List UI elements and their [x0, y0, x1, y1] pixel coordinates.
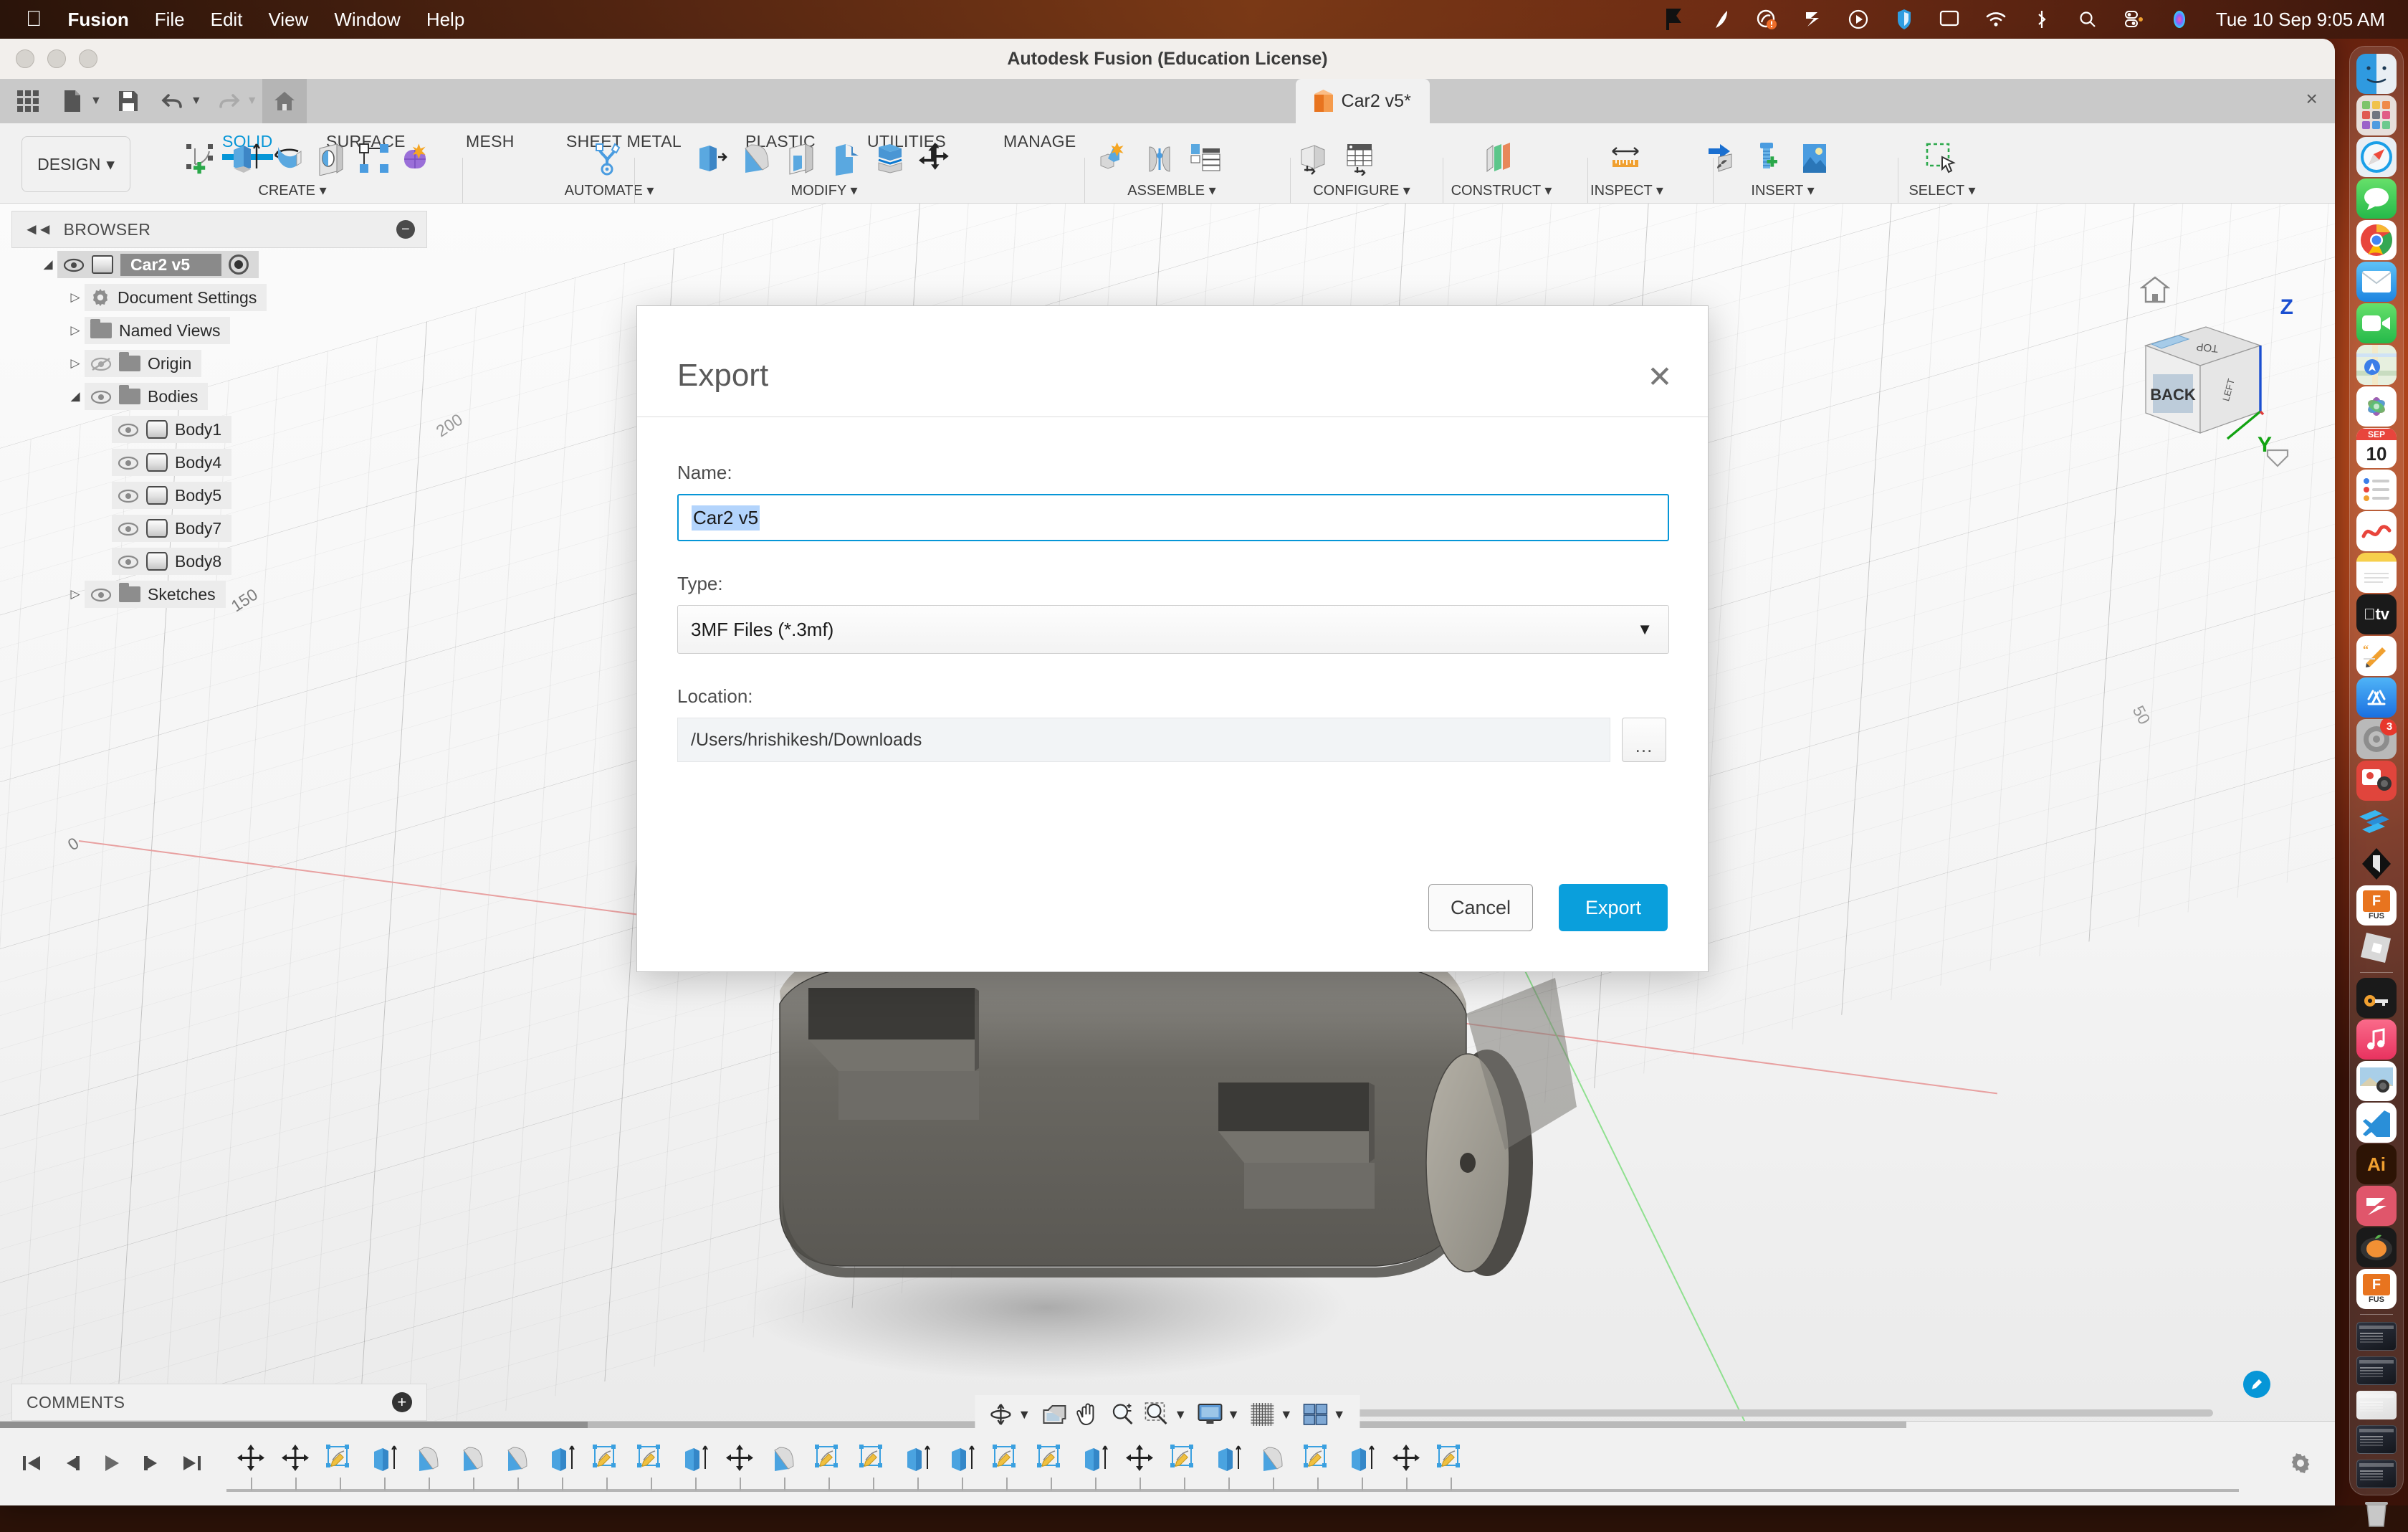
- bluetooth-icon[interactable]: [2030, 7, 2054, 32]
- safari-icon[interactable]: [2356, 137, 2397, 177]
- macos-menu-bar:  Fusion File Edit View Window Help: [0, 0, 2408, 39]
- browser-window-thumb[interactable]: [2356, 1391, 2397, 1419]
- illustrator-label: Ai: [2367, 1153, 2386, 1176]
- keychain-icon[interactable]: [2356, 978, 2397, 1018]
- flag-icon[interactable]: [1663, 7, 1687, 32]
- dialog-title: Export: [677, 358, 768, 394]
- finder-icon[interactable]: [2356, 54, 2397, 94]
- finder-window-thumb[interactable]: [2356, 1460, 2397, 1488]
- export-dialog: Export ✕ Name: Car2 v5 Type: 3MF Files (…: [636, 305, 1709, 972]
- maps-icon[interactable]: [2356, 345, 2397, 385]
- location-row: /Users/hrishikesh/Downloads ...: [677, 718, 1668, 762]
- menubar-clock[interactable]: Tue 10 Sep 9:05 AM: [2216, 9, 2385, 31]
- control-center-icon[interactable]: [2121, 7, 2146, 32]
- nvidia-warning-icon[interactable]: [1754, 7, 1779, 32]
- menu-item-window[interactable]: Window: [334, 9, 400, 31]
- svg-text:“: “: [2363, 644, 2369, 656]
- wifi-icon[interactable]: [1984, 7, 2008, 32]
- app-store-icon[interactable]: [2356, 677, 2397, 718]
- calendar-month: SEP: [2356, 429, 2397, 440]
- notes-icon[interactable]: [2356, 553, 2397, 593]
- sketchup-icon[interactable]: [2356, 802, 2397, 842]
- apple-logo-icon[interactable]: : [26, 9, 42, 30]
- feather-icon[interactable]: [1709, 7, 1733, 32]
- system-settings-icon[interactable]: 3: [2356, 719, 2397, 759]
- fusion-360-fus-label: FUS: [2369, 1295, 2384, 1304]
- menu-item-file[interactable]: File: [155, 9, 185, 31]
- screen-mirror-icon[interactable]: [1938, 7, 1962, 32]
- apple-tv-icon[interactable]: tv: [2356, 594, 2397, 634]
- siri-icon[interactable]: [2167, 7, 2192, 32]
- play-circle-icon[interactable]: [1846, 7, 1870, 32]
- menu-item-edit[interactable]: Edit: [211, 9, 243, 31]
- menu-item-help[interactable]: Help: [426, 9, 464, 31]
- roblox-icon[interactable]: [2356, 927, 2397, 967]
- dialog-header: Export ✕: [637, 306, 1708, 417]
- launchpad-icon[interactable]: [2356, 95, 2397, 135]
- illustrator-icon[interactable]: Ai: [2356, 1144, 2397, 1184]
- type-label: Type:: [677, 573, 1668, 595]
- music-icon[interactable]: [2356, 1019, 2397, 1060]
- grammarly-icon[interactable]: [1800, 7, 1825, 32]
- freeform-icon[interactable]: [2356, 511, 2397, 551]
- name-input[interactable]: Car2 v5: [677, 494, 1669, 541]
- location-label: Location:: [677, 685, 1668, 708]
- photos-icon[interactable]: [2356, 386, 2397, 427]
- dock-separator-1: [2360, 972, 2393, 973]
- location-input-value: /Users/hrishikesh/Downloads: [691, 730, 922, 751]
- figma-icon[interactable]: [2356, 844, 2397, 884]
- pages-icon[interactable]: “: [2356, 636, 2397, 676]
- preview-icon[interactable]: [2356, 1061, 2397, 1101]
- vscode-icon[interactable]: [2356, 1103, 2397, 1143]
- chevron-down-icon[interactable]: ▼: [1637, 620, 1653, 639]
- browse-folder-button[interactable]: ...: [1622, 718, 1666, 762]
- fusion-f-glyph: F: [2363, 890, 2390, 912]
- calendar-day: 10: [2366, 440, 2387, 467]
- music-window-thumb[interactable]: [2356, 1356, 2397, 1385]
- name-label: Name:: [677, 462, 1668, 484]
- export-button[interactable]: Export: [1559, 884, 1668, 931]
- fusion-icon[interactable]: F FUS: [2356, 885, 2397, 926]
- dock-separator-2: [2360, 1314, 2393, 1315]
- menu-item-view[interactable]: View: [268, 9, 308, 31]
- settings-badge: 3: [2380, 719, 2397, 736]
- name-input-value: Car2 v5: [692, 505, 760, 531]
- chrome-icon[interactable]: [2356, 220, 2397, 260]
- type-select[interactable]: 3MF Files (*.3mf) ▼: [677, 605, 1669, 654]
- modal-overlay: Export ✕ Name: Car2 v5 Type: 3MF Files (…: [0, 39, 2335, 1505]
- fusion-360-icon[interactable]: F FUS: [2356, 1269, 2397, 1309]
- fusion-application-window: Autodesk Fusion (Education License) ▼ ▼: [0, 39, 2335, 1505]
- messages-icon[interactable]: [2356, 179, 2397, 219]
- reminders-icon[interactable]: [2356, 470, 2397, 510]
- cancel-button[interactable]: Cancel: [1428, 884, 1533, 931]
- menu-item-fusion[interactable]: Fusion: [68, 9, 129, 31]
- search-icon[interactable]: [2075, 7, 2100, 32]
- macos-dock: SEP 10 tv “ 3 F FUS: [2349, 46, 2404, 1495]
- mail-icon[interactable]: [2356, 262, 2397, 302]
- terminal-window-thumb[interactable]: [2356, 1322, 2397, 1351]
- dialog-footer: Cancel Export: [1428, 884, 1668, 931]
- fusion-fus-label: FUS: [2369, 912, 2384, 920]
- trash-icon[interactable]: [2356, 1492, 2397, 1532]
- type-select-value: 3MF Files (*.3mf): [691, 619, 833, 641]
- bitwarden-icon[interactable]: [1892, 7, 1916, 32]
- dialog-body: Name: Car2 v5 Type: 3MF Files (*.3mf) ▼ …: [637, 417, 1708, 762]
- location-input[interactable]: /Users/hrishikesh/Downloads: [677, 718, 1610, 762]
- facetime-icon[interactable]: [2356, 303, 2397, 343]
- fusion-360-f-glyph: F: [2363, 1274, 2390, 1295]
- calendar-icon[interactable]: SEP 10: [2356, 428, 2397, 468]
- fl-studio-window-thumb[interactable]: [2356, 1425, 2397, 1454]
- grammarly-icon-dock[interactable]: [2356, 1186, 2397, 1226]
- close-x-icon[interactable]: ✕: [1643, 360, 1676, 393]
- photo-booth-icon[interactable]: [2356, 761, 2397, 801]
- fl-studio-icon[interactable]: [2356, 1227, 2397, 1267]
